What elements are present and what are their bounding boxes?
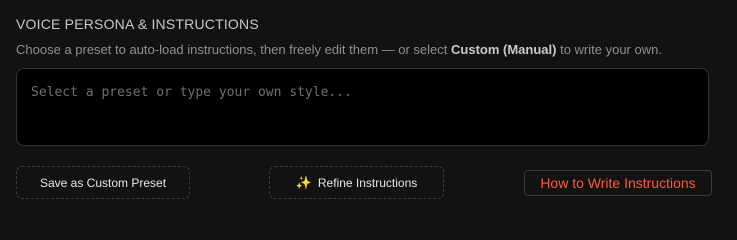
save-custom-preset-button[interactable]: Save as Custom Preset	[16, 166, 190, 199]
save-custom-preset-label: Save as Custom Preset	[39, 175, 167, 190]
refine-instructions-button[interactable]: ✨ Refine Instructions	[269, 166, 444, 199]
section-description: Choose a preset to auto-load instruction…	[16, 42, 662, 57]
refine-instructions-label: Refine Instructions	[317, 175, 418, 190]
description-text-start: Choose a preset to auto-load instruction…	[16, 42, 452, 57]
sparkle-icon: ✨	[295, 174, 312, 190]
description-text-end: to write your own.	[556, 42, 662, 57]
how-to-write-instructions-button[interactable]: How to Write Instructions	[524, 170, 712, 196]
instructions-textarea[interactable]	[16, 68, 709, 146]
how-to-write-instructions-label: How to Write Instructions	[540, 175, 696, 191]
section-title: VOICE PERSONA & INSTRUCTIONS	[16, 16, 259, 32]
voice-persona-panel: VOICE PERSONA & INSTRUCTIONS Choose a pr…	[0, 0, 737, 216]
description-custom-manual: Custom (Manual)	[451, 42, 557, 57]
